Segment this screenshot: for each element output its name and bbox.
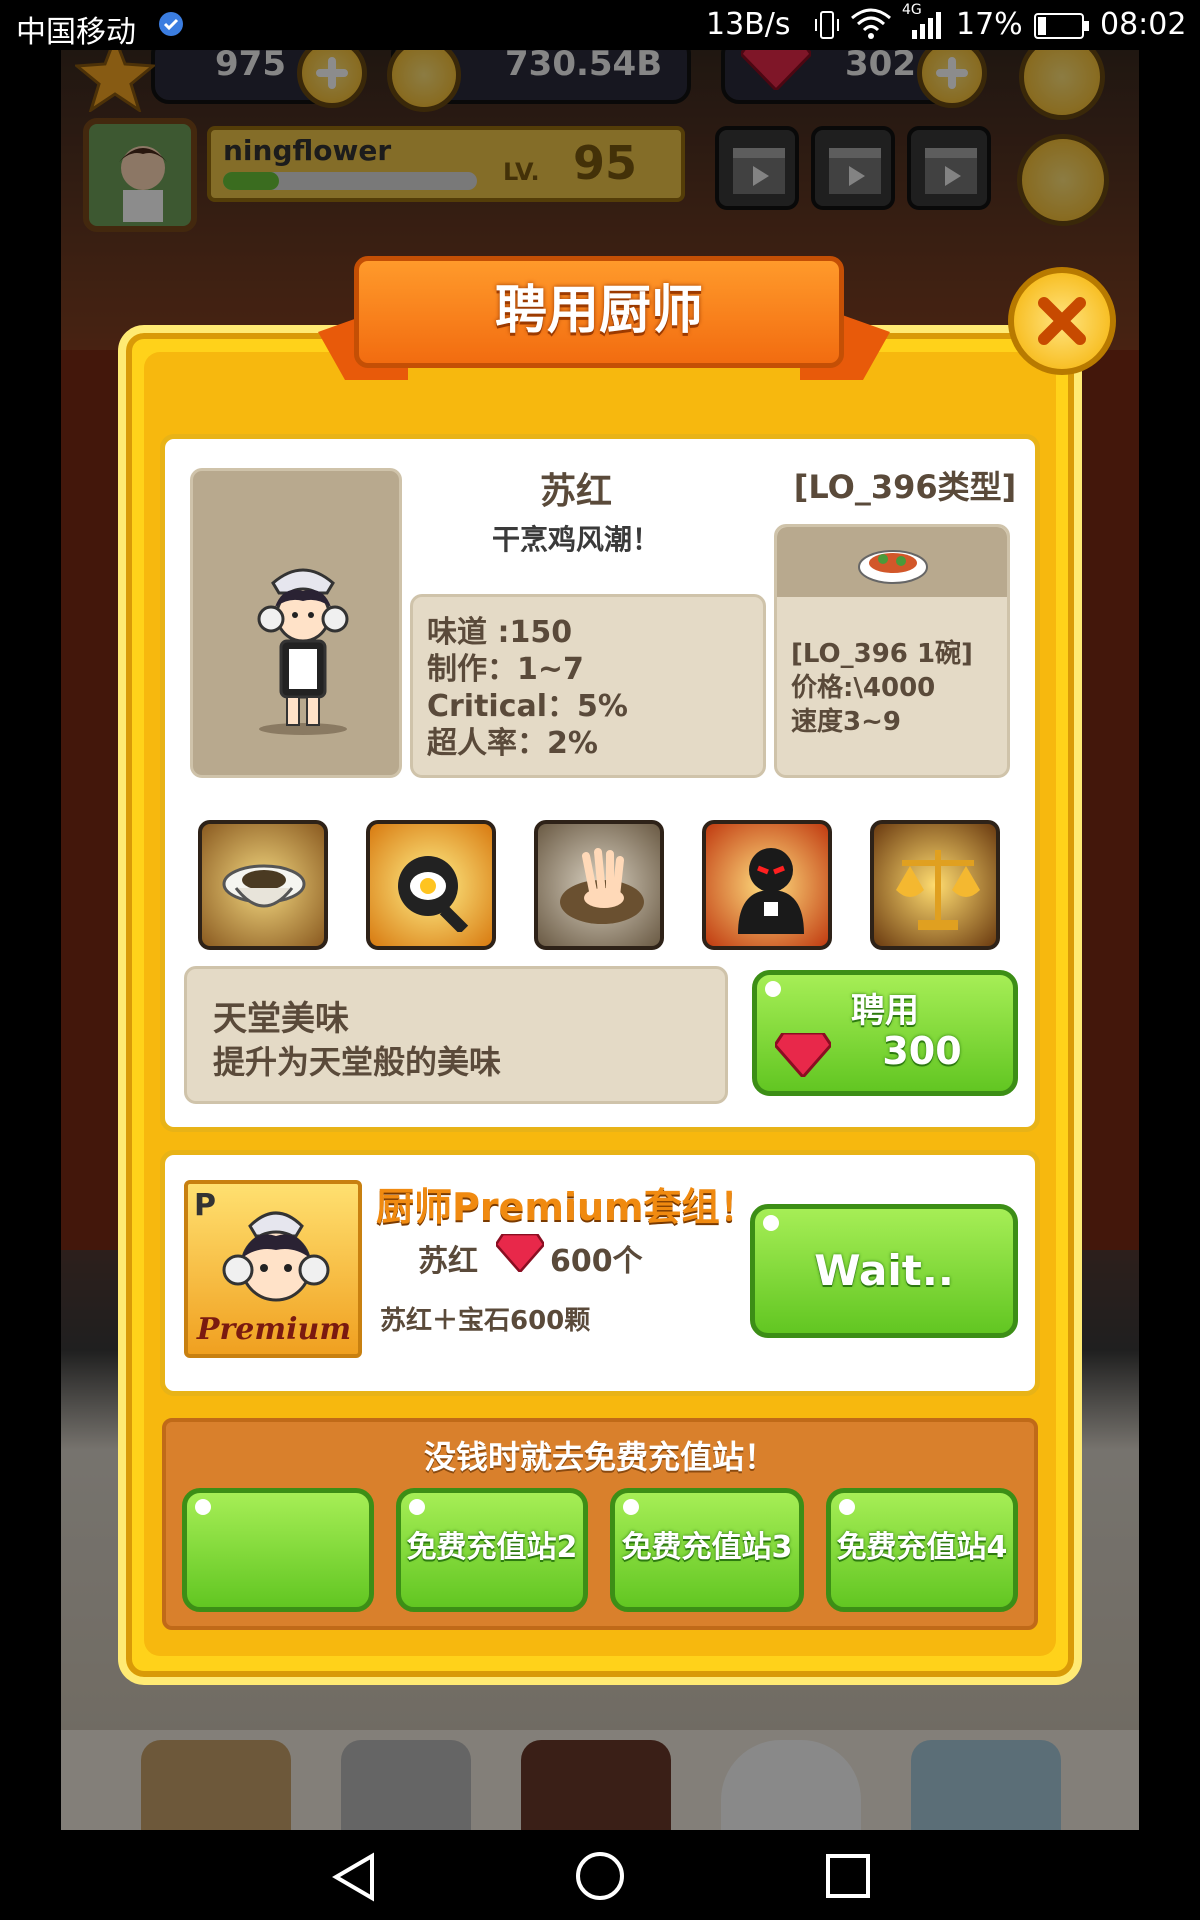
free-recharge-button-4[interactable]: 免费充值站4 — [826, 1488, 1018, 1612]
gem-icon — [496, 1234, 544, 1272]
wifi-icon — [850, 6, 892, 48]
premium-gems: 600个 — [550, 1244, 643, 1279]
scales-skill-icon[interactable] — [870, 820, 1000, 950]
hire-button[interactable]: 聘用 300 — [752, 970, 1018, 1096]
free-recharge-button-1[interactable] — [182, 1488, 374, 1612]
premium-card-text: Premium — [196, 1312, 352, 1347]
premium-wait-label: Wait.. — [814, 1246, 954, 1295]
close-icon — [1038, 297, 1086, 345]
free-recharge-button-2[interactable]: 免费充值站2 — [396, 1488, 588, 1612]
close-button[interactable] — [1008, 267, 1116, 375]
chef-type: [LO_396类型] — [793, 468, 1017, 506]
chef-slogan: 干烹鸡风潮！ — [491, 523, 660, 556]
recharge-button-4-label: 免费充值站4 — [836, 1530, 1008, 1565]
dish-price: 价格:\4000 — [791, 673, 936, 703]
frying-pan-skill-icon[interactable] — [366, 820, 496, 950]
recharge-title: 没钱时就去免费充值站！ — [423, 1438, 776, 1476]
skill-description-box: 天堂美味 提升为天堂般的美味 — [184, 966, 728, 1104]
battery-percent: 17% — [956, 7, 1023, 42]
dish-icon — [858, 550, 928, 584]
dish-name: [LO_396 1碗] — [791, 639, 973, 669]
hire-price: 300 — [882, 1029, 962, 1073]
premium-chef-icon — [222, 1211, 330, 1302]
android-nav-bar — [0, 1830, 1200, 1920]
free-recharge-button-3[interactable]: 免费充值站3 — [610, 1488, 804, 1612]
stat-super: 超人率：2% — [427, 726, 598, 761]
battery-icon — [1034, 12, 1090, 47]
vibrate-icon — [812, 9, 842, 49]
hand-stir-skill-icon[interactable] — [534, 820, 664, 950]
dish-speed: 速度3~9 — [791, 707, 901, 737]
recharge-button-2-label: 免费充值站2 — [406, 1530, 578, 1565]
chef-portrait — [190, 468, 402, 778]
premium-badge: P — [194, 1188, 216, 1223]
chef-stats-box: 味道 :150 制作：1~7 Critical：5% 超人率：2% — [410, 594, 766, 778]
back-icon[interactable] — [330, 1852, 378, 1902]
chef-character-icon — [257, 568, 349, 735]
premium-desc: 苏红＋宝石600颗 — [380, 1306, 591, 1336]
verified-icon — [158, 10, 184, 45]
home-icon[interactable] — [574, 1850, 626, 1902]
gem-icon — [775, 1033, 831, 1077]
hire-label: 聘用 — [851, 991, 919, 1031]
bowl-skill-icon[interactable] — [198, 820, 328, 950]
dish-info-box: [LO_396 1碗] 价格:\4000 速度3~9 — [774, 524, 1010, 778]
clock: 08:02 — [1100, 7, 1187, 42]
network-speed: 13B/s — [706, 7, 791, 42]
signal-icon — [910, 10, 944, 48]
recent-apps-icon[interactable] — [824, 1852, 872, 1900]
carrier-label: 中国移动 — [16, 15, 136, 50]
shadow-chef-skill-icon[interactable] — [702, 820, 832, 950]
premium-title: 厨师Premium套组！ — [376, 1185, 758, 1229]
premium-chef-name: 苏红 — [418, 1244, 478, 1279]
recharge-button-3-label: 免费充值站3 — [621, 1530, 793, 1565]
skill-text: 提升为天堂般的美味 — [213, 1043, 502, 1081]
premium-card: P Premium — [184, 1180, 362, 1358]
dialog-title: 聘用厨师 — [354, 256, 844, 368]
premium-wait-button[interactable]: Wait.. — [750, 1204, 1018, 1338]
skill-title: 天堂美味 — [213, 999, 349, 1039]
dish-image-strip — [777, 527, 1007, 597]
chef-name: 苏红 — [539, 471, 612, 512]
status-bar: 中国移动 13B/s 4G 17% 08:02 — [0, 0, 1200, 50]
